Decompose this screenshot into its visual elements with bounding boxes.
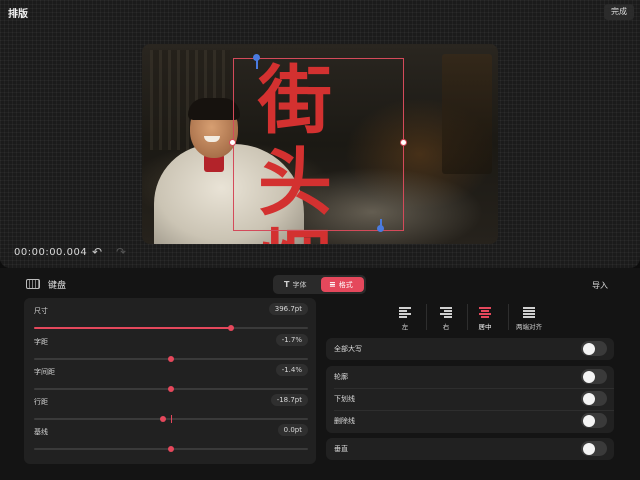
toggle-vertical[interactable]: 垂直 — [326, 438, 614, 460]
slider-track[interactable] — [34, 446, 308, 452]
keyboard-icon[interactable] — [26, 279, 40, 289]
slider-value[interactable]: -18.7pt — [270, 394, 308, 406]
slider-line-spacing[interactable]: 行距 -18.7pt — [24, 394, 316, 427]
vertical-card: 垂直 — [326, 438, 614, 460]
text-selection-box[interactable] — [233, 58, 404, 231]
slider-thumb[interactable] — [228, 325, 235, 331]
top-bar: 排版 完成 — [0, 0, 640, 24]
align-justify-icon — [523, 307, 535, 318]
slider-default-mark — [171, 415, 172, 423]
slider-value[interactable]: 0.0pt — [277, 424, 308, 436]
switch-knob — [583, 342, 595, 355]
slider-size[interactable]: 尺寸 396.7pt — [24, 303, 316, 336]
timecode: 00:00:00.004 — [14, 247, 88, 258]
resize-handle-left[interactable] — [229, 139, 236, 146]
align-right-button[interactable]: 右 — [425, 298, 467, 334]
slider-thumb[interactable] — [168, 356, 174, 362]
keyboard-label[interactable]: 键盘 — [48, 278, 66, 291]
redo-icon[interactable]: ↷ — [114, 245, 128, 259]
align-center-label: 居中 — [478, 323, 492, 331]
slider-word-spacing[interactable]: 字间距 -1.4% — [24, 364, 316, 397]
align-justify-button[interactable]: 两端对齐 — [508, 298, 550, 334]
undo-icon[interactable]: ↶ — [90, 245, 104, 259]
done-button[interactable]: 完成 — [604, 4, 634, 20]
slider-card: 尺寸 396.7pt 字距 -1.7% 字间距 -1.4% 行距 -18.7pt… — [24, 298, 316, 464]
toggle-outline[interactable]: 轮廓 — [326, 366, 614, 388]
all-caps-card: 全部大写 — [326, 338, 614, 360]
toggle-label: 垂直 — [334, 445, 348, 453]
slider-thumb[interactable] — [168, 386, 174, 392]
toggle-label: 全部大写 — [334, 345, 362, 353]
editor-area: 排版 完成 街头 烟火 00:00:00.004 ↶ ↷ — [0, 0, 640, 268]
slider-thumb[interactable] — [168, 446, 174, 452]
align-left-icon — [399, 307, 411, 318]
slider-label: 字距 — [34, 338, 48, 346]
slider-baseline[interactable]: 基线 0.0pt — [24, 424, 316, 457]
tab-font[interactable]: T 字体 — [276, 277, 318, 292]
align-left-label: 左 — [401, 323, 409, 331]
tab-format-label: 格式 — [338, 281, 353, 289]
align-justify-label: 两端对齐 — [516, 323, 542, 331]
outline-switch[interactable] — [581, 369, 607, 384]
page-title: 排版 — [8, 9, 28, 20]
rotate-handle-top[interactable] — [253, 54, 260, 61]
font-glyph-icon: T — [284, 280, 290, 289]
align-center-button[interactable]: 居中 — [464, 298, 506, 334]
slider-label: 字间距 — [34, 368, 55, 376]
toggle-strikethrough[interactable]: 删除线 — [326, 410, 614, 432]
slider-track[interactable] — [34, 356, 308, 362]
slider-value[interactable]: -1.7% — [275, 334, 308, 346]
align-right-label: 右 — [442, 323, 450, 331]
slider-value[interactable]: 396.7pt — [268, 303, 308, 315]
switch-knob — [583, 370, 595, 383]
background-door — [442, 54, 492, 174]
slider-track[interactable] — [34, 415, 308, 423]
tab-format[interactable]: ≡ 格式 — [321, 277, 364, 292]
tab-font-label: 字体 — [292, 281, 307, 289]
slider-tracking[interactable]: 字距 -1.7% — [24, 334, 316, 367]
all-caps-switch[interactable] — [581, 341, 607, 356]
rotate-handle-bottom[interactable] — [377, 225, 384, 232]
toggle-label: 删除线 — [334, 417, 355, 425]
slider-label: 基线 — [34, 428, 48, 436]
text-decoration-card: 轮廓 下划线 删除线 — [326, 366, 614, 433]
align-right-icon — [440, 307, 452, 318]
resize-handle-right[interactable] — [400, 139, 407, 146]
import-button[interactable]: 导入 — [592, 280, 608, 291]
align-center-icon — [479, 307, 491, 318]
slider-value[interactable]: -1.4% — [275, 364, 308, 376]
font-format-segmented-control: T 字体 ≡ 格式 — [273, 275, 366, 294]
vertical-switch[interactable] — [581, 441, 607, 456]
switch-knob — [583, 414, 595, 427]
underline-switch[interactable] — [581, 391, 607, 406]
slider-label: 尺寸 — [34, 307, 48, 315]
toggle-label: 下划线 — [334, 395, 355, 403]
alignment-group: 左 右 居中 两端对齐 — [326, 298, 614, 334]
switch-knob — [583, 442, 595, 455]
rotate-handle-stem-top — [256, 60, 258, 69]
switch-knob — [583, 392, 595, 405]
toggle-all-caps[interactable]: 全部大写 — [326, 338, 614, 360]
slider-thumb[interactable] — [159, 416, 166, 422]
toggle-label: 轮廓 — [334, 373, 348, 381]
slider-track[interactable] — [34, 325, 308, 331]
slider-label: 行距 — [34, 398, 48, 406]
format-glyph-icon: ≡ — [329, 280, 336, 289]
strikethrough-switch[interactable] — [581, 413, 607, 428]
align-left-button[interactable]: 左 — [384, 298, 426, 334]
toggle-underline[interactable]: 下划线 — [326, 388, 614, 410]
slider-track[interactable] — [34, 386, 308, 392]
slider-fill — [34, 327, 232, 329]
